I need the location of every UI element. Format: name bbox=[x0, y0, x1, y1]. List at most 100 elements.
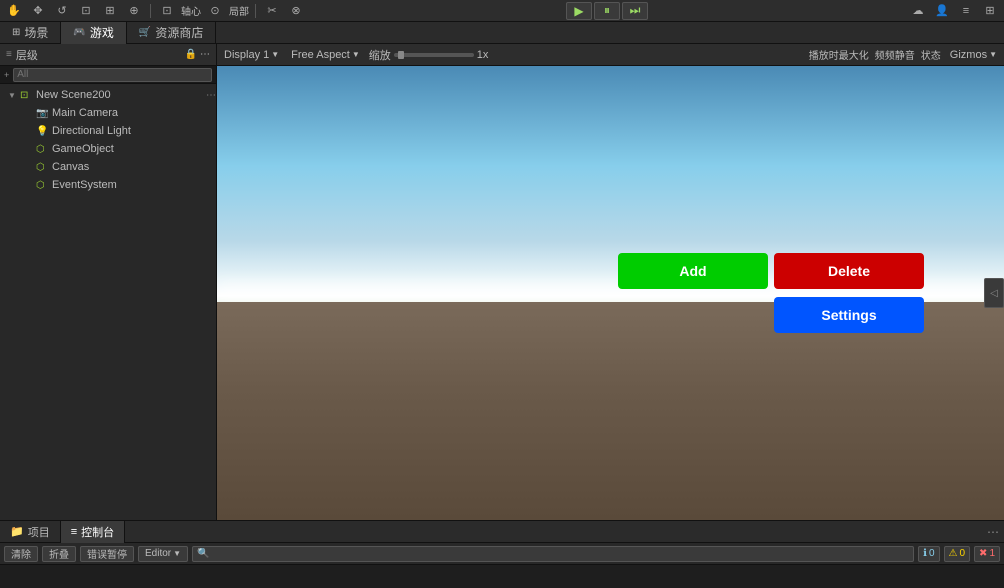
console-editor-selector[interactable]: Editor ▼ bbox=[138, 546, 188, 562]
gizmos-label: Gizmos bbox=[950, 49, 987, 61]
pause-button[interactable]: ⏸ bbox=[594, 2, 620, 20]
cut-icon[interactable]: ✂ bbox=[262, 2, 282, 20]
game-btn-row-2: Settings bbox=[774, 297, 924, 333]
rect-tool-icon[interactable]: ⊞ bbox=[100, 2, 120, 20]
hierarchy-lock-icon[interactable]: 🔒 bbox=[185, 49, 197, 60]
console-search-input[interactable] bbox=[192, 546, 914, 562]
camera-icon: 📷 bbox=[36, 108, 50, 119]
info-badge-count: 0 bbox=[929, 548, 935, 559]
console-editor-label: Editor bbox=[145, 548, 171, 559]
root-more-icon[interactable]: ⋯ bbox=[206, 90, 216, 101]
store-tab-icon: 🛒 bbox=[139, 27, 151, 38]
tab-game[interactable]: 🎮 游戏 bbox=[61, 22, 126, 44]
hierarchy-panel-icons: 🔒 ⋯ bbox=[185, 49, 210, 60]
step-button[interactable]: ⏭ bbox=[622, 2, 648, 20]
light-icon: 💡 bbox=[36, 126, 50, 137]
mute-btn[interactable]: 频频静音 bbox=[875, 47, 915, 62]
gizmos-selector[interactable]: Gizmos ▼ bbox=[947, 49, 1000, 61]
hierarchy-item-gameobject[interactable]: ⬡ GameObject bbox=[0, 140, 216, 158]
hierarchy-panel: ≡ 层级 🔒 ⋯ + ▼ ⊡ New Scene200 ⋯ bbox=[0, 44, 217, 520]
app-layout: ✋ ✥ ↺ ⊡ ⊞ ⊕ ⊡ 轴心 ⊙ 局部 ✂ ⊗ ▶ ⏸ ⏭ ☁ 👤 ≡ ⊞ … bbox=[0, 0, 1004, 588]
scale-text: 缩放 bbox=[369, 47, 391, 63]
game-tab-icon: 🎮 bbox=[73, 27, 85, 38]
light-label: Directional Light bbox=[52, 125, 131, 137]
hierarchy-item-light[interactable]: 💡 Directional Light bbox=[0, 122, 216, 140]
project-tab-icon: 📁 bbox=[10, 525, 24, 538]
stats-btn[interactable]: 状态 bbox=[921, 47, 941, 62]
play-button[interactable]: ▶ bbox=[566, 2, 592, 20]
collab-icon[interactable]: ☁ bbox=[908, 2, 928, 20]
hierarchy-item-eventsystem[interactable]: ⬡ EventSystem bbox=[0, 176, 216, 194]
warn-badge-count: 0 bbox=[959, 548, 965, 559]
console-info-badge[interactable]: ℹ 0 bbox=[918, 546, 939, 562]
game-delete-button[interactable]: Delete bbox=[774, 253, 924, 289]
scale-slider-track[interactable] bbox=[394, 53, 474, 57]
local-tool-icon[interactable]: ⊙ bbox=[205, 2, 225, 20]
scale-tool-icon[interactable]: ⊡ bbox=[76, 2, 96, 20]
console-editor-arrow-icon: ▼ bbox=[173, 549, 181, 558]
hierarchy-item-canvas[interactable]: ⬡ Canvas bbox=[0, 158, 216, 176]
project-tab-label: 项目 bbox=[28, 524, 50, 540]
hierarchy-item-camera[interactable]: 📷 Main Camera bbox=[0, 104, 216, 122]
toolbar-sep-1 bbox=[150, 4, 151, 18]
hierarchy-search-bar: + bbox=[0, 66, 216, 84]
display-selector[interactable]: Display 1 ▼ bbox=[221, 49, 282, 61]
hierarchy-header-left: ≡ 层级 bbox=[6, 47, 38, 63]
game-view: Add Delete Settings ◁ bbox=[217, 66, 1004, 520]
bottom-section: 📁 项目 ≡ 控制台 ⋯ 清除 折叠 错误暂停 Editor ▼ ℹ bbox=[0, 520, 1004, 588]
eventsystem-label: EventSystem bbox=[52, 179, 117, 191]
aspect-label: Free Aspect bbox=[291, 49, 350, 61]
warn-badge-icon: ⚠ bbox=[949, 548, 958, 559]
bottom-tab-more[interactable]: ⋯ bbox=[982, 525, 1004, 539]
pivot-label: 轴心 bbox=[181, 3, 201, 18]
console-badges: ℹ 0 ⚠ 0 ✖ 1 bbox=[918, 546, 1000, 562]
console-fold-btn[interactable]: 折叠 bbox=[42, 546, 76, 562]
gameobject-label: GameObject bbox=[52, 143, 114, 155]
canvas-icon: ⬡ bbox=[36, 162, 50, 173]
console-toolbar: 清除 折叠 错误暂停 Editor ▼ ℹ 0 ⚠ 0 ✖ 1 bbox=[0, 543, 1004, 565]
main-tab-bar: ⊞ 场景 🎮 游戏 🛒 资源商店 bbox=[0, 22, 1004, 44]
tab-game-label: 游戏 bbox=[90, 24, 114, 41]
game-ui-buttons: Add Delete Settings bbox=[217, 66, 1004, 520]
console-warn-badge[interactable]: ⚠ 0 bbox=[944, 546, 971, 562]
tab-store[interactable]: 🛒 资源商店 bbox=[127, 22, 216, 44]
game-add-button[interactable]: Add bbox=[618, 253, 768, 289]
expand-arrow-root: ▼ bbox=[8, 91, 18, 100]
info-badge-icon: ℹ bbox=[923, 548, 927, 559]
rotate-tool-icon[interactable]: ↺ bbox=[52, 2, 72, 20]
hierarchy-search-input[interactable] bbox=[13, 68, 212, 82]
resize-handle[interactable]: ◁ bbox=[984, 278, 1004, 308]
console-pause-btn[interactable]: 错误暂停 bbox=[80, 546, 134, 562]
top-toolbar: ✋ ✥ ↺ ⊡ ⊞ ⊕ ⊡ 轴心 ⊙ 局部 ✂ ⊗ ▶ ⏸ ⏭ ☁ 👤 ≡ ⊞ bbox=[0, 0, 1004, 22]
game-btn-row-1: Add Delete bbox=[618, 253, 924, 289]
scale-slider-thumb[interactable] bbox=[398, 51, 404, 59]
pivot-tool-icon[interactable]: ⊡ bbox=[157, 2, 177, 20]
scale-value: 1x bbox=[477, 49, 489, 61]
console-error-badge[interactable]: ✖ 1 bbox=[974, 546, 1000, 562]
hierarchy-item-root[interactable]: ▼ ⊡ New Scene200 ⋯ bbox=[0, 86, 216, 104]
move-tool-icon[interactable]: ✥ bbox=[28, 2, 48, 20]
game-settings-button[interactable]: Settings bbox=[774, 297, 924, 333]
play-controls: ▶ ⏸ ⏭ bbox=[310, 2, 904, 20]
tab-console[interactable]: ≡ 控制台 bbox=[61, 521, 125, 543]
error-badge-icon: ✖ bbox=[979, 548, 987, 559]
aspect-selector[interactable]: Free Aspect ▼ bbox=[288, 49, 363, 61]
tab-project[interactable]: 📁 项目 bbox=[0, 521, 61, 543]
maximize-btn[interactable]: 播放时最大化 bbox=[809, 47, 869, 62]
account-icon[interactable]: 👤 bbox=[932, 2, 952, 20]
hierarchy-more-icon[interactable]: ⋯ bbox=[200, 49, 210, 60]
console-clear-btn[interactable]: 清除 bbox=[4, 546, 38, 562]
console-tab-icon: ≡ bbox=[71, 526, 77, 538]
scene-tab-icon: ⊞ bbox=[12, 27, 20, 38]
root-icon: ⊡ bbox=[20, 90, 34, 101]
game-view-wrapper: Display 1 ▼ Free Aspect ▼ 缩放 1x 播放时最大化 bbox=[217, 44, 1004, 520]
hand-tool-icon[interactable]: ✋ bbox=[4, 2, 24, 20]
transform-tool-icon[interactable]: ⊕ bbox=[124, 2, 144, 20]
tab-scene-label: 场景 bbox=[24, 24, 48, 41]
extra-icon[interactable]: ⊗ bbox=[286, 2, 306, 20]
middle-row: ≡ 层级 🔒 ⋯ + ▼ ⊡ New Scene200 ⋯ bbox=[0, 44, 1004, 520]
layers-icon[interactable]: ≡ bbox=[956, 2, 976, 20]
layout-icon[interactable]: ⊞ bbox=[980, 2, 1000, 20]
add-icon[interactable]: + bbox=[4, 70, 9, 80]
tab-scene[interactable]: ⊞ 场景 bbox=[0, 22, 61, 44]
